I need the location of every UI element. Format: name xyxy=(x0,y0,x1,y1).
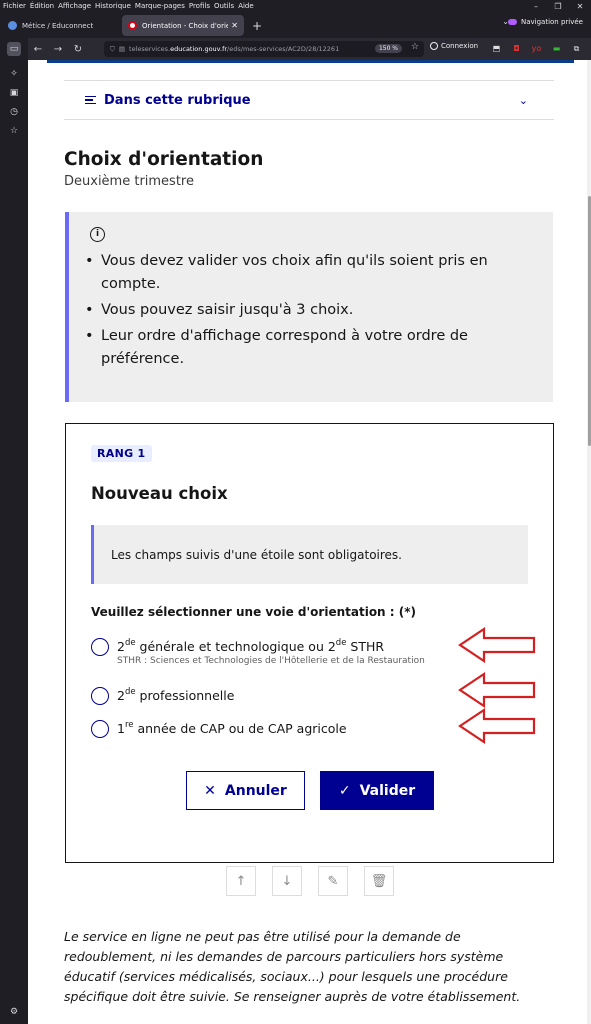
browser-sidebar: ▭ ✧ ▣ ◷ ☆ ⚙ xyxy=(0,38,28,1024)
menu-edition[interactable]: Édition xyxy=(30,0,54,13)
radio-button[interactable] xyxy=(91,687,109,705)
page-subtitle: Deuxième trimestre xyxy=(64,174,194,189)
option-cap[interactable]: 1re année de CAP ou de CAP agricole xyxy=(91,719,347,739)
option-seconde-pro[interactable]: 2de professionnelle xyxy=(91,686,234,706)
check-icon: ✓ xyxy=(338,782,351,799)
footer-note: Le service en ligne ne peut pas être uti… xyxy=(64,929,521,1004)
cancel-label: Annuler xyxy=(224,782,287,799)
private-label: Navigation privée xyxy=(520,18,583,26)
menu-fichier[interactable]: Fichier xyxy=(3,0,26,13)
annotation-arrow-left-icon xyxy=(458,627,536,663)
close-tab-icon[interactable]: ✕ xyxy=(231,21,238,30)
connexion-label: Connexion xyxy=(441,42,479,50)
private-mask-icon xyxy=(507,19,517,25)
address-bar[interactable]: ⛉ ▤ teleservices. education.gouv.fr/eds/m… xyxy=(104,41,424,57)
menu-lines-icon xyxy=(85,94,96,107)
tab-metice[interactable]: Métice / Educonnect xyxy=(2,15,118,36)
tabs-icon[interactable]: ▣ xyxy=(7,86,21,100)
minimize-icon[interactable]: – xyxy=(525,0,547,13)
tab-title: Orientation - Choix d'orientatio xyxy=(142,21,229,30)
nav-toolbar: ← → ↻ ⛉ ▤ teleservices. education.gouv.fr… xyxy=(28,38,591,60)
rubrique-label: Dans cette rubrique xyxy=(104,92,251,108)
option-label: 2de générale et technologique ou 2de STH… xyxy=(117,638,385,654)
history-icon[interactable]: ◷ xyxy=(7,105,21,119)
chevron-down-icon: ⌄ xyxy=(518,93,528,107)
sidebar-toggle-icon[interactable]: ▭ xyxy=(7,42,21,56)
cancel-button[interactable]: ✕ Annuler xyxy=(186,771,305,810)
extensions-puzzle-icon[interactable]: ⧉ xyxy=(568,41,585,56)
url-domain: education.gouv.fr xyxy=(170,45,228,53)
menu-outils[interactable]: Outils xyxy=(214,0,234,13)
extensions-bar: ⬒ ◘ yo ▬ ⧉ ≡ xyxy=(488,41,591,56)
url-prefix: teleservices. xyxy=(129,45,171,53)
info-callout: i Vous devez valider vos choix afin qu'i… xyxy=(65,212,553,402)
radio-button[interactable] xyxy=(91,638,109,656)
option-label: 2de professionnelle xyxy=(117,687,235,703)
lock-icon: ▤ xyxy=(118,45,126,53)
yo-extension-icon[interactable]: yo xyxy=(528,41,545,56)
info-item: Leur ordre d'affichage correspond à votr… xyxy=(85,325,525,371)
rubrique-dropdown[interactable]: Dans cette rubrique ⌄ xyxy=(64,80,554,120)
page-content: Dans cette rubrique ⌄ Choix d'orientatio… xyxy=(28,63,587,1024)
move-up-arrow-icon[interactable]: ↑ xyxy=(226,866,256,896)
close-icon: ✕ xyxy=(204,782,216,799)
tab-title: Métice / Educonnect xyxy=(22,21,94,30)
required-notice-text: Les champs suivis d'une étoile sont obli… xyxy=(111,547,402,562)
orientation-legend: Veuillez sélectionner une voie d'orienta… xyxy=(91,605,417,619)
info-icon: i xyxy=(90,227,105,242)
pocket-icon[interactable]: ⬒ xyxy=(488,41,505,56)
shield-icon: ⛉ xyxy=(110,44,115,53)
bookmarks-icon[interactable]: ☆ xyxy=(7,124,21,138)
card-actions: ↑ ↓ ✎ 🗑 xyxy=(226,866,410,896)
annotation-arrow-left-icon xyxy=(458,672,536,708)
url-path: /eds/mes-services/AC2D/28/12261 xyxy=(227,45,340,53)
globe-icon xyxy=(8,21,17,30)
private-browsing-indicator: Navigation privée xyxy=(507,18,583,26)
info-item: Vous pouvez saisir jusqu'à 3 choix. xyxy=(85,299,525,322)
rank-badge: RANG 1 xyxy=(91,445,152,462)
edit-pencil-icon[interactable]: ✎ xyxy=(318,866,348,896)
zoom-level[interactable]: 150 % xyxy=(374,44,402,53)
menu-bar: Fichier Édition Affichage Historique Mar… xyxy=(0,0,591,13)
tab-orientation[interactable]: Orientation - Choix d'orientatio ✕ xyxy=(122,15,244,36)
move-down-arrow-icon[interactable]: ↓ xyxy=(272,866,302,896)
info-item: Vous devez valider vos choix afin qu'ils… xyxy=(85,250,525,296)
menu-profils[interactable]: Profils xyxy=(189,0,210,13)
option-hint: STHR : Sciences et Technologies de l'Hôt… xyxy=(117,656,425,666)
green-extension-icon[interactable]: ▬ xyxy=(548,41,565,56)
page-title: Choix d'orientation xyxy=(64,149,264,170)
ai-chat-icon[interactable]: ✧ xyxy=(7,67,21,81)
new-tab-button[interactable]: + xyxy=(252,19,262,33)
menu-affichage[interactable]: Affichage xyxy=(58,0,91,13)
close-window-icon[interactable]: ✕ xyxy=(569,0,591,13)
bookmark-star-icon[interactable]: ☆ xyxy=(411,42,419,52)
menu-marque-pages[interactable]: Marque-pages xyxy=(135,0,185,13)
account-icon xyxy=(430,42,438,50)
account-connexion[interactable]: Connexion xyxy=(430,42,478,50)
radio-button[interactable] xyxy=(91,720,109,738)
back-arrow-icon[interactable]: ← xyxy=(28,44,48,55)
required-notice: Les champs suivis d'une étoile sont obli… xyxy=(91,525,528,584)
window-controls: – ❐ ✕ xyxy=(525,0,591,13)
validate-label: Valider xyxy=(359,782,416,799)
validate-button[interactable]: ✓ Valider xyxy=(320,771,434,810)
menu-aide[interactable]: Aide xyxy=(238,0,253,13)
ublock-icon[interactable]: ◘ xyxy=(508,41,525,56)
maximize-icon[interactable]: ❐ xyxy=(547,0,569,13)
delete-trash-icon[interactable]: 🗑 xyxy=(364,866,394,896)
marianne-icon xyxy=(128,21,137,30)
info-list: Vous devez valider vos choix afin qu'ils… xyxy=(85,250,525,374)
annotation-arrow-left-icon xyxy=(458,708,536,744)
reload-icon[interactable]: ↻ xyxy=(68,44,88,55)
menu-historique[interactable]: Historique xyxy=(95,0,131,13)
forward-arrow-icon[interactable]: → xyxy=(48,44,68,55)
option-seconde-gt[interactable]: 2de générale et technologique ou 2de STH… xyxy=(91,637,425,666)
option-label: 1re année de CAP ou de CAP agricole xyxy=(117,720,347,736)
settings-gear-icon[interactable]: ⚙ xyxy=(7,1005,21,1019)
card-title: Nouveau choix xyxy=(91,484,228,503)
